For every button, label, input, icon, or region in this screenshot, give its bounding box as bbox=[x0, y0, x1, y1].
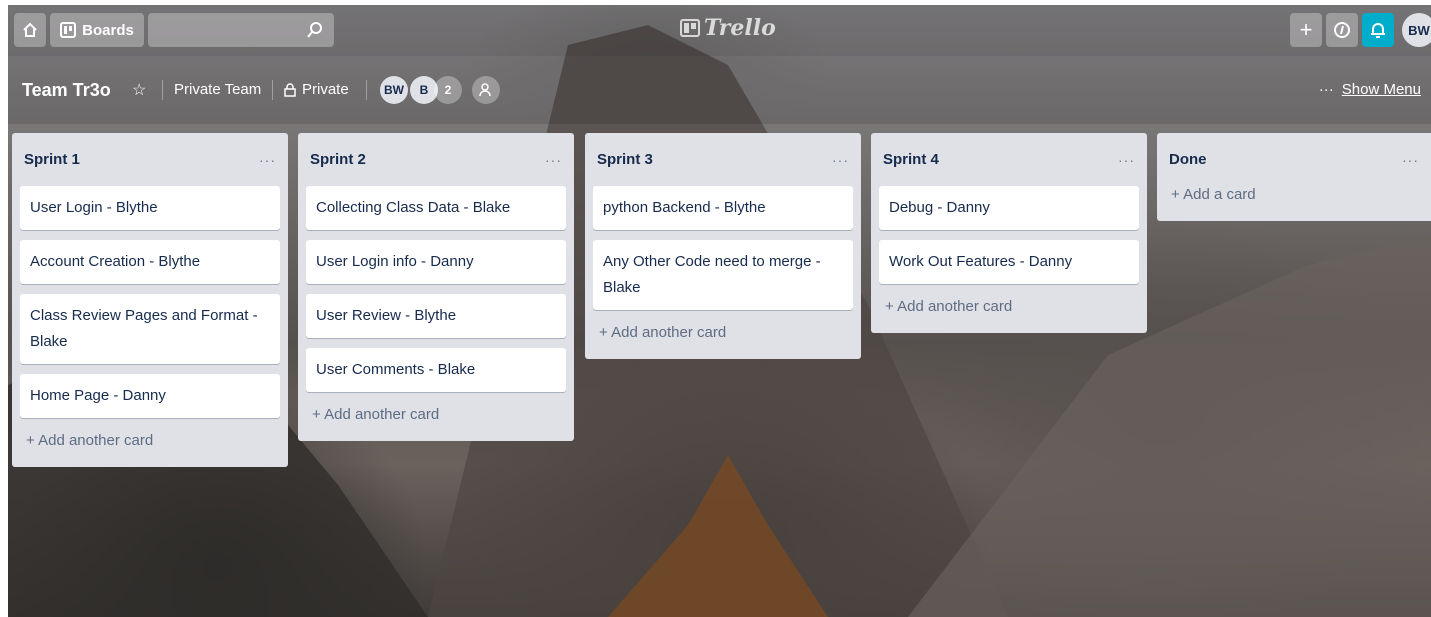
team-button[interactable]: Private Team bbox=[174, 81, 261, 98]
create-button[interactable]: + bbox=[1290, 13, 1322, 47]
list-title[interactable]: Sprint 3 bbox=[597, 151, 653, 168]
star-icon[interactable]: ☆ bbox=[132, 80, 146, 100]
divider bbox=[366, 80, 367, 100]
list-header: Sprint 4 ··· bbox=[879, 133, 1139, 186]
list-header: Sprint 2 ··· bbox=[306, 133, 566, 186]
visibility-label: Private bbox=[302, 81, 349, 98]
info-button[interactable] bbox=[1326, 13, 1358, 47]
trello-logo-icon bbox=[680, 19, 700, 37]
trello-logo[interactable]: Trello bbox=[680, 15, 776, 41]
list-sprint-4: Sprint 4 ··· Debug - Danny Work Out Feat… bbox=[871, 133, 1147, 333]
list-title[interactable]: Sprint 2 bbox=[310, 151, 366, 168]
lock-icon bbox=[284, 82, 296, 97]
list-sprint-3: Sprint 3 ··· python Backend - Blythe Any… bbox=[585, 133, 861, 359]
list-sprint-1: Sprint 1 ··· User Login - Blythe Account… bbox=[12, 133, 288, 467]
plus-icon: + bbox=[1299, 17, 1313, 42]
list-title[interactable]: Sprint 4 bbox=[883, 151, 939, 168]
top-navigation-bar: Boards Trello + BW bbox=[8, 5, 1431, 56]
card[interactable]: Account Creation - Blythe bbox=[20, 240, 280, 284]
card[interactable]: Any Other Code need to merge - Blake bbox=[593, 240, 853, 310]
home-button[interactable] bbox=[14, 13, 46, 47]
member-avatar[interactable]: BW bbox=[380, 76, 408, 104]
card[interactable]: Collecting Class Data - Blake bbox=[306, 186, 566, 230]
add-card-button[interactable]: + Add a card bbox=[1165, 186, 1423, 213]
divider bbox=[162, 80, 163, 100]
home-icon bbox=[23, 22, 37, 37]
board-title[interactable]: Team Tr3o bbox=[22, 80, 111, 101]
boards-icon bbox=[60, 22, 77, 38]
list-menu-icon[interactable]: ··· bbox=[259, 152, 276, 168]
card[interactable]: User Login info - Danny bbox=[306, 240, 566, 284]
list-header: Sprint 3 ··· bbox=[593, 133, 853, 186]
list-menu-icon[interactable]: ··· bbox=[1402, 152, 1419, 168]
list-header: Sprint 1 ··· bbox=[20, 133, 280, 186]
list-title[interactable]: Sprint 1 bbox=[24, 151, 80, 168]
list-sprint-2: Sprint 2 ··· Collecting Class Data - Bla… bbox=[298, 133, 574, 441]
extra-members-count[interactable]: 2 bbox=[434, 76, 462, 104]
info-icon bbox=[1334, 22, 1350, 38]
card[interactable]: Class Review Pages and Format - Blake bbox=[20, 294, 280, 364]
list-menu-icon[interactable]: ··· bbox=[1118, 152, 1135, 168]
bell-icon bbox=[1371, 23, 1385, 38]
list-header: Done ··· bbox=[1165, 133, 1423, 186]
notifications-button[interactable] bbox=[1362, 13, 1394, 47]
add-card-button[interactable]: + Add another card bbox=[879, 294, 1139, 325]
boards-label: Boards bbox=[82, 21, 134, 39]
add-member-icon bbox=[479, 83, 491, 97]
search-icon bbox=[307, 22, 322, 38]
list-menu-icon[interactable]: ··· bbox=[545, 152, 562, 168]
show-menu-label: Show Menu bbox=[1341, 81, 1421, 98]
card[interactable]: Home Page - Danny bbox=[20, 374, 280, 418]
card[interactable]: python Backend - Blythe bbox=[593, 186, 853, 230]
card[interactable]: Work Out Features - Danny bbox=[879, 240, 1139, 284]
invite-button[interactable] bbox=[472, 76, 500, 104]
search-input[interactable] bbox=[148, 13, 334, 47]
add-card-button[interactable]: + Add another card bbox=[593, 320, 853, 351]
card[interactable]: User Review - Blythe bbox=[306, 294, 566, 338]
show-menu-button[interactable]: ··· Show Menu bbox=[1319, 81, 1421, 98]
visibility-button[interactable]: Private bbox=[284, 81, 349, 98]
card[interactable]: Debug - Danny bbox=[879, 186, 1139, 230]
logo-text: Trello bbox=[704, 15, 776, 41]
add-card-button[interactable]: + Add another card bbox=[306, 402, 566, 433]
list-title[interactable]: Done bbox=[1169, 151, 1207, 168]
more-icon: ··· bbox=[1318, 81, 1334, 98]
card[interactable]: User Login - Blythe bbox=[20, 186, 280, 230]
add-card-button[interactable]: + Add another card bbox=[20, 428, 280, 459]
boards-button[interactable]: Boards bbox=[50, 13, 144, 47]
board-header: Team Tr3o ☆ Private Team Private BW B 2 … bbox=[8, 56, 1431, 124]
list-menu-icon[interactable]: ··· bbox=[832, 152, 849, 168]
divider bbox=[272, 80, 273, 100]
card[interactable]: User Comments - Blake bbox=[306, 348, 566, 392]
user-avatar[interactable]: BW bbox=[1402, 13, 1431, 47]
list-done: Done ··· + Add a card bbox=[1157, 133, 1431, 221]
